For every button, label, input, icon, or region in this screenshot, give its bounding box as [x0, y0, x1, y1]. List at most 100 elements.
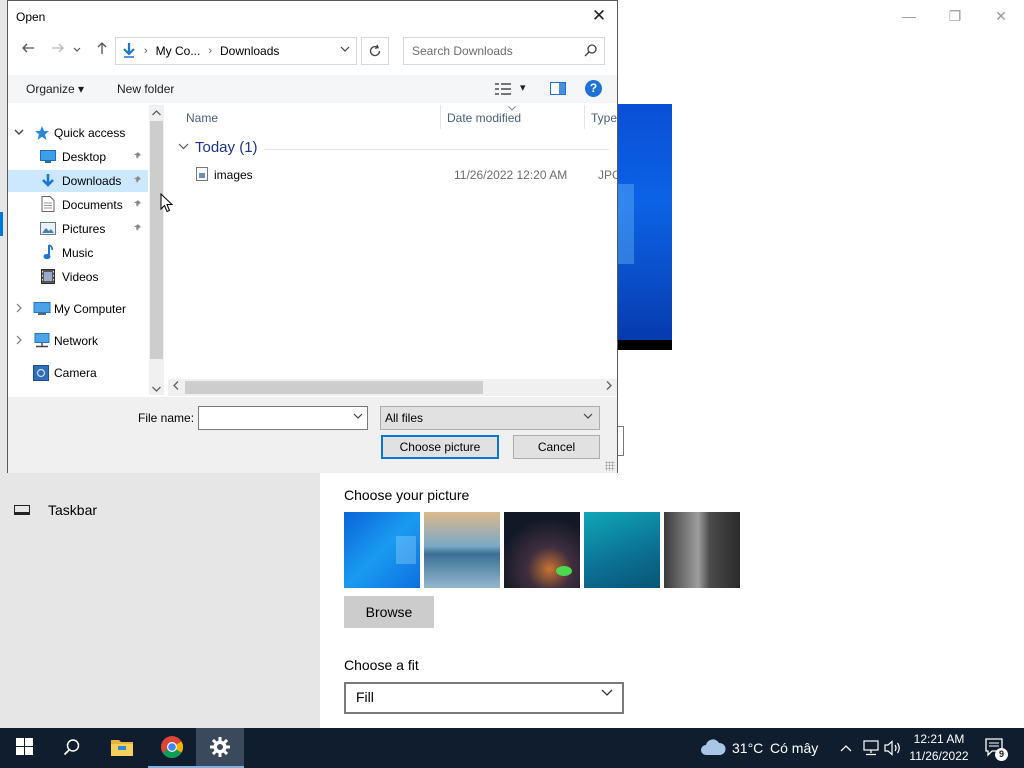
search-button[interactable] [48, 728, 96, 768]
maximize-button[interactable]: ❐ [940, 6, 970, 26]
scroll-down-icon[interactable] [149, 384, 164, 394]
file-explorer-button[interactable] [98, 728, 146, 768]
sort-indicator-icon [508, 105, 516, 113]
search-input[interactable] [412, 44, 572, 58]
organize-menu[interactable]: Organize ▾ [26, 82, 84, 96]
picture-thumbnail[interactable] [504, 512, 580, 588]
picture-thumbnail[interactable] [664, 512, 740, 588]
collapse-chevron-icon[interactable] [178, 141, 189, 155]
nav-quick-access-label: Quick access [54, 126, 126, 140]
clock-time: 12:21 AM [913, 732, 965, 746]
file-list: Name Date modified Type Today (1) images… [168, 105, 617, 395]
new-folder-button[interactable]: New folder [117, 82, 174, 96]
fit-select[interactable]: Fill [344, 682, 624, 714]
up-arrow-icon[interactable] [92, 41, 112, 61]
settings-nav-taskbar-label: Taskbar [48, 502, 98, 518]
network-status-icon[interactable] [862, 740, 880, 759]
choose-picture-button[interactable]: Choose picture [381, 435, 499, 459]
chrome-button[interactable] [148, 728, 196, 768]
column-header-type[interactable]: Type [591, 111, 617, 125]
address-bar[interactable]: › My Co... › Downloads [115, 37, 357, 65]
windows-logo-icon [15, 738, 33, 758]
scroll-left-icon[interactable] [173, 381, 179, 392]
picture-thumbnail[interactable] [344, 512, 420, 588]
help-icon[interactable]: ? [585, 80, 602, 97]
chevron-down-icon[interactable] [353, 411, 363, 424]
action-center-button[interactable]: 9 [984, 737, 1008, 761]
nav-desktop[interactable]: Desktop [8, 146, 148, 168]
settings-button[interactable] [196, 728, 244, 768]
taskbar-clock[interactable]: 12:21 AM 11/26/2022 [904, 731, 974, 765]
forward-arrow-icon[interactable] [48, 41, 68, 61]
column-header-date-modified[interactable]: Date modified [447, 111, 521, 125]
view-options-icon[interactable] [495, 83, 513, 98]
search-box[interactable] [403, 37, 605, 65]
view-menu-chevron[interactable]: ▾ [520, 81, 526, 94]
nav-documents[interactable]: Documents [8, 194, 148, 216]
file-name-combobox[interactable] [198, 406, 368, 430]
scroll-right-icon[interactable] [606, 381, 612, 392]
image-file-icon [196, 167, 208, 181]
file-type: JPG F [598, 168, 617, 182]
file-name-input[interactable] [202, 408, 350, 428]
minimize-button[interactable]: — [894, 6, 924, 26]
mouse-cursor-icon [160, 193, 174, 213]
expand-chevron-icon[interactable] [14, 303, 24, 316]
volume-icon[interactable] [884, 740, 902, 759]
preview-pane-icon[interactable] [550, 82, 566, 98]
show-hidden-icons-chevron-icon[interactable] [840, 742, 852, 756]
taskbar-icon [14, 505, 30, 515]
nav-quick-access[interactable]: Quick access [8, 122, 148, 144]
column-divider[interactable] [584, 105, 585, 129]
nav-item-label: Downloads [62, 174, 122, 188]
nav-downloads[interactable]: Downloads [8, 170, 148, 192]
nav-network[interactable]: Network [8, 330, 148, 352]
settings-nav-taskbar[interactable]: Taskbar [14, 502, 97, 518]
nav-item-label: Desktop [62, 150, 107, 164]
weather-description[interactable]: Có mây [770, 740, 818, 756]
expand-chevron-icon[interactable] [14, 335, 24, 348]
nav-my-computer[interactable]: My Computer [8, 298, 148, 320]
weather-temperature[interactable]: 31°C [732, 740, 763, 756]
picture-thumbnail[interactable] [424, 512, 500, 588]
refresh-button[interactable] [361, 37, 389, 65]
nav-music[interactable]: Music [8, 242, 148, 264]
file-row[interactable]: images 11/26/2022 12:20 AM JPG F [188, 165, 617, 185]
breadcrumb-downloads[interactable]: Downloads [220, 44, 279, 58]
column-divider[interactable] [440, 105, 441, 129]
recent-locations-icon[interactable] [70, 41, 84, 61]
dialog-footer: File name: All files Choose picture Canc… [8, 397, 617, 473]
dialog-close-button[interactable]: ✕ [587, 5, 611, 27]
browse-button[interactable]: Browse [344, 596, 434, 628]
nav-videos[interactable]: Videos [8, 266, 148, 288]
start-button[interactable] [0, 728, 48, 768]
pin-icon [132, 175, 142, 188]
chrome-icon [160, 735, 184, 762]
group-divider [264, 149, 609, 150]
videos-icon [41, 269, 57, 284]
resize-grip[interactable] [605, 461, 615, 471]
scrollbar-thumb[interactable] [150, 121, 163, 359]
address-dropdown-icon[interactable] [334, 38, 356, 64]
nav-pictures[interactable]: Pictures [8, 218, 148, 240]
scroll-up-icon[interactable] [149, 108, 164, 118]
group-label: Today (1) [195, 139, 258, 156]
close-window-button[interactable]: ✕ [986, 6, 1016, 26]
nav-item-label: Music [62, 246, 94, 260]
nav-camera[interactable]: Camera [8, 362, 148, 384]
collapse-chevron-icon[interactable] [14, 127, 24, 140]
breadcrumb-my-computer[interactable]: My Co... [156, 44, 201, 58]
cancel-button[interactable]: Cancel [513, 435, 600, 459]
file-type-filter[interactable]: All files [380, 406, 600, 430]
scrollbar-thumb[interactable] [185, 381, 483, 394]
cloud-icon[interactable] [700, 738, 726, 759]
picture-thumbnail[interactable] [584, 512, 660, 588]
navigation-scrollbar[interactable] [149, 105, 164, 395]
documents-icon [41, 196, 57, 212]
navigation-bar: › My Co... › Downloads [8, 37, 617, 67]
dialog-titlebar[interactable]: Open ✕ [8, 1, 617, 32]
back-arrow-icon[interactable] [18, 41, 38, 61]
column-header-name[interactable]: Name [186, 111, 218, 125]
group-header-today[interactable]: Today (1) [178, 139, 258, 156]
file-list-horizontal-scrollbar[interactable] [168, 379, 617, 396]
